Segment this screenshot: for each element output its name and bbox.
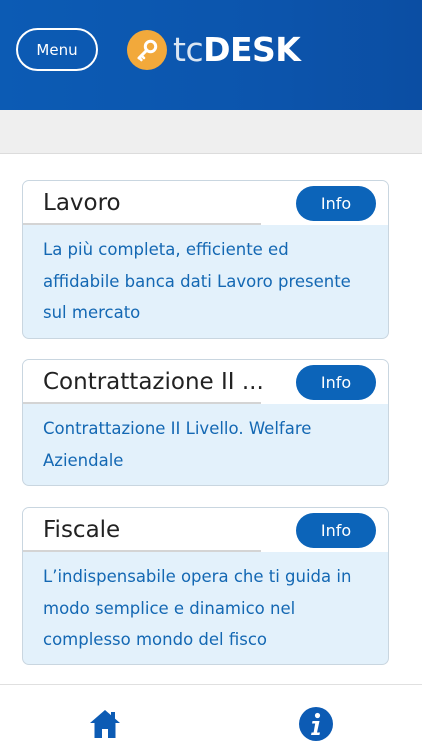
card-header: Fiscale Info — [23, 508, 388, 552]
card-description: L’indispensabile opera che ti guida in m… — [23, 552, 388, 664]
card-description: Contrattazione II Livello. Welfare Azien… — [23, 404, 388, 485]
card-title: Fiscale — [43, 517, 121, 543]
info-button-fiscale[interactable]: Info — [296, 513, 376, 548]
menu-button[interactable]: Menu — [16, 28, 98, 71]
desc-line: complesso mondo del fisco — [43, 630, 268, 649]
logo-wordmark: tcDESK — [173, 30, 301, 69]
toolbar-strip — [0, 110, 422, 154]
desc-line: sul mercato — [43, 303, 141, 322]
card-title: Lavoro — [43, 190, 121, 216]
card-title: Contrattazione II ... — [43, 369, 264, 395]
key-icon — [127, 30, 167, 70]
desc-line: Aziendale — [43, 450, 124, 470]
desc-line: La più completa, efficiente ed — [43, 240, 289, 259]
card-fiscale: Fiscale Info L’indispensabile opera che … — [22, 507, 389, 665]
card-contrattazione: Contrattazione II ... Info Contrattazion… — [22, 359, 389, 486]
card-header: Lavoro Info — [23, 181, 388, 225]
card-lavoro: Lavoro Info La più completa, efficiente … — [22, 180, 389, 339]
desc-line: L’indispensabile opera che ti guida in — [43, 567, 352, 586]
desc-line: Contrattazione II Livello. Welfare — [43, 419, 312, 438]
card-header: Contrattazione II ... Info — [23, 360, 388, 404]
desc-line: modo semplice e dinamico nel — [43, 598, 296, 618]
app-logo: tcDESK — [127, 30, 301, 70]
app-header: Menu tcDESK — [0, 0, 422, 110]
info-button-contrattazione[interactable]: Info — [296, 365, 376, 400]
home-icon[interactable] — [88, 707, 122, 741]
tab-bar — [0, 684, 422, 751]
info-button-lavoro[interactable]: Info — [296, 186, 376, 221]
info-icon[interactable] — [298, 706, 334, 742]
card-description: La più completa, efficiente ed affidabil… — [23, 225, 388, 338]
desc-line: affidabile banca dati Lavoro presente — [43, 271, 351, 291]
